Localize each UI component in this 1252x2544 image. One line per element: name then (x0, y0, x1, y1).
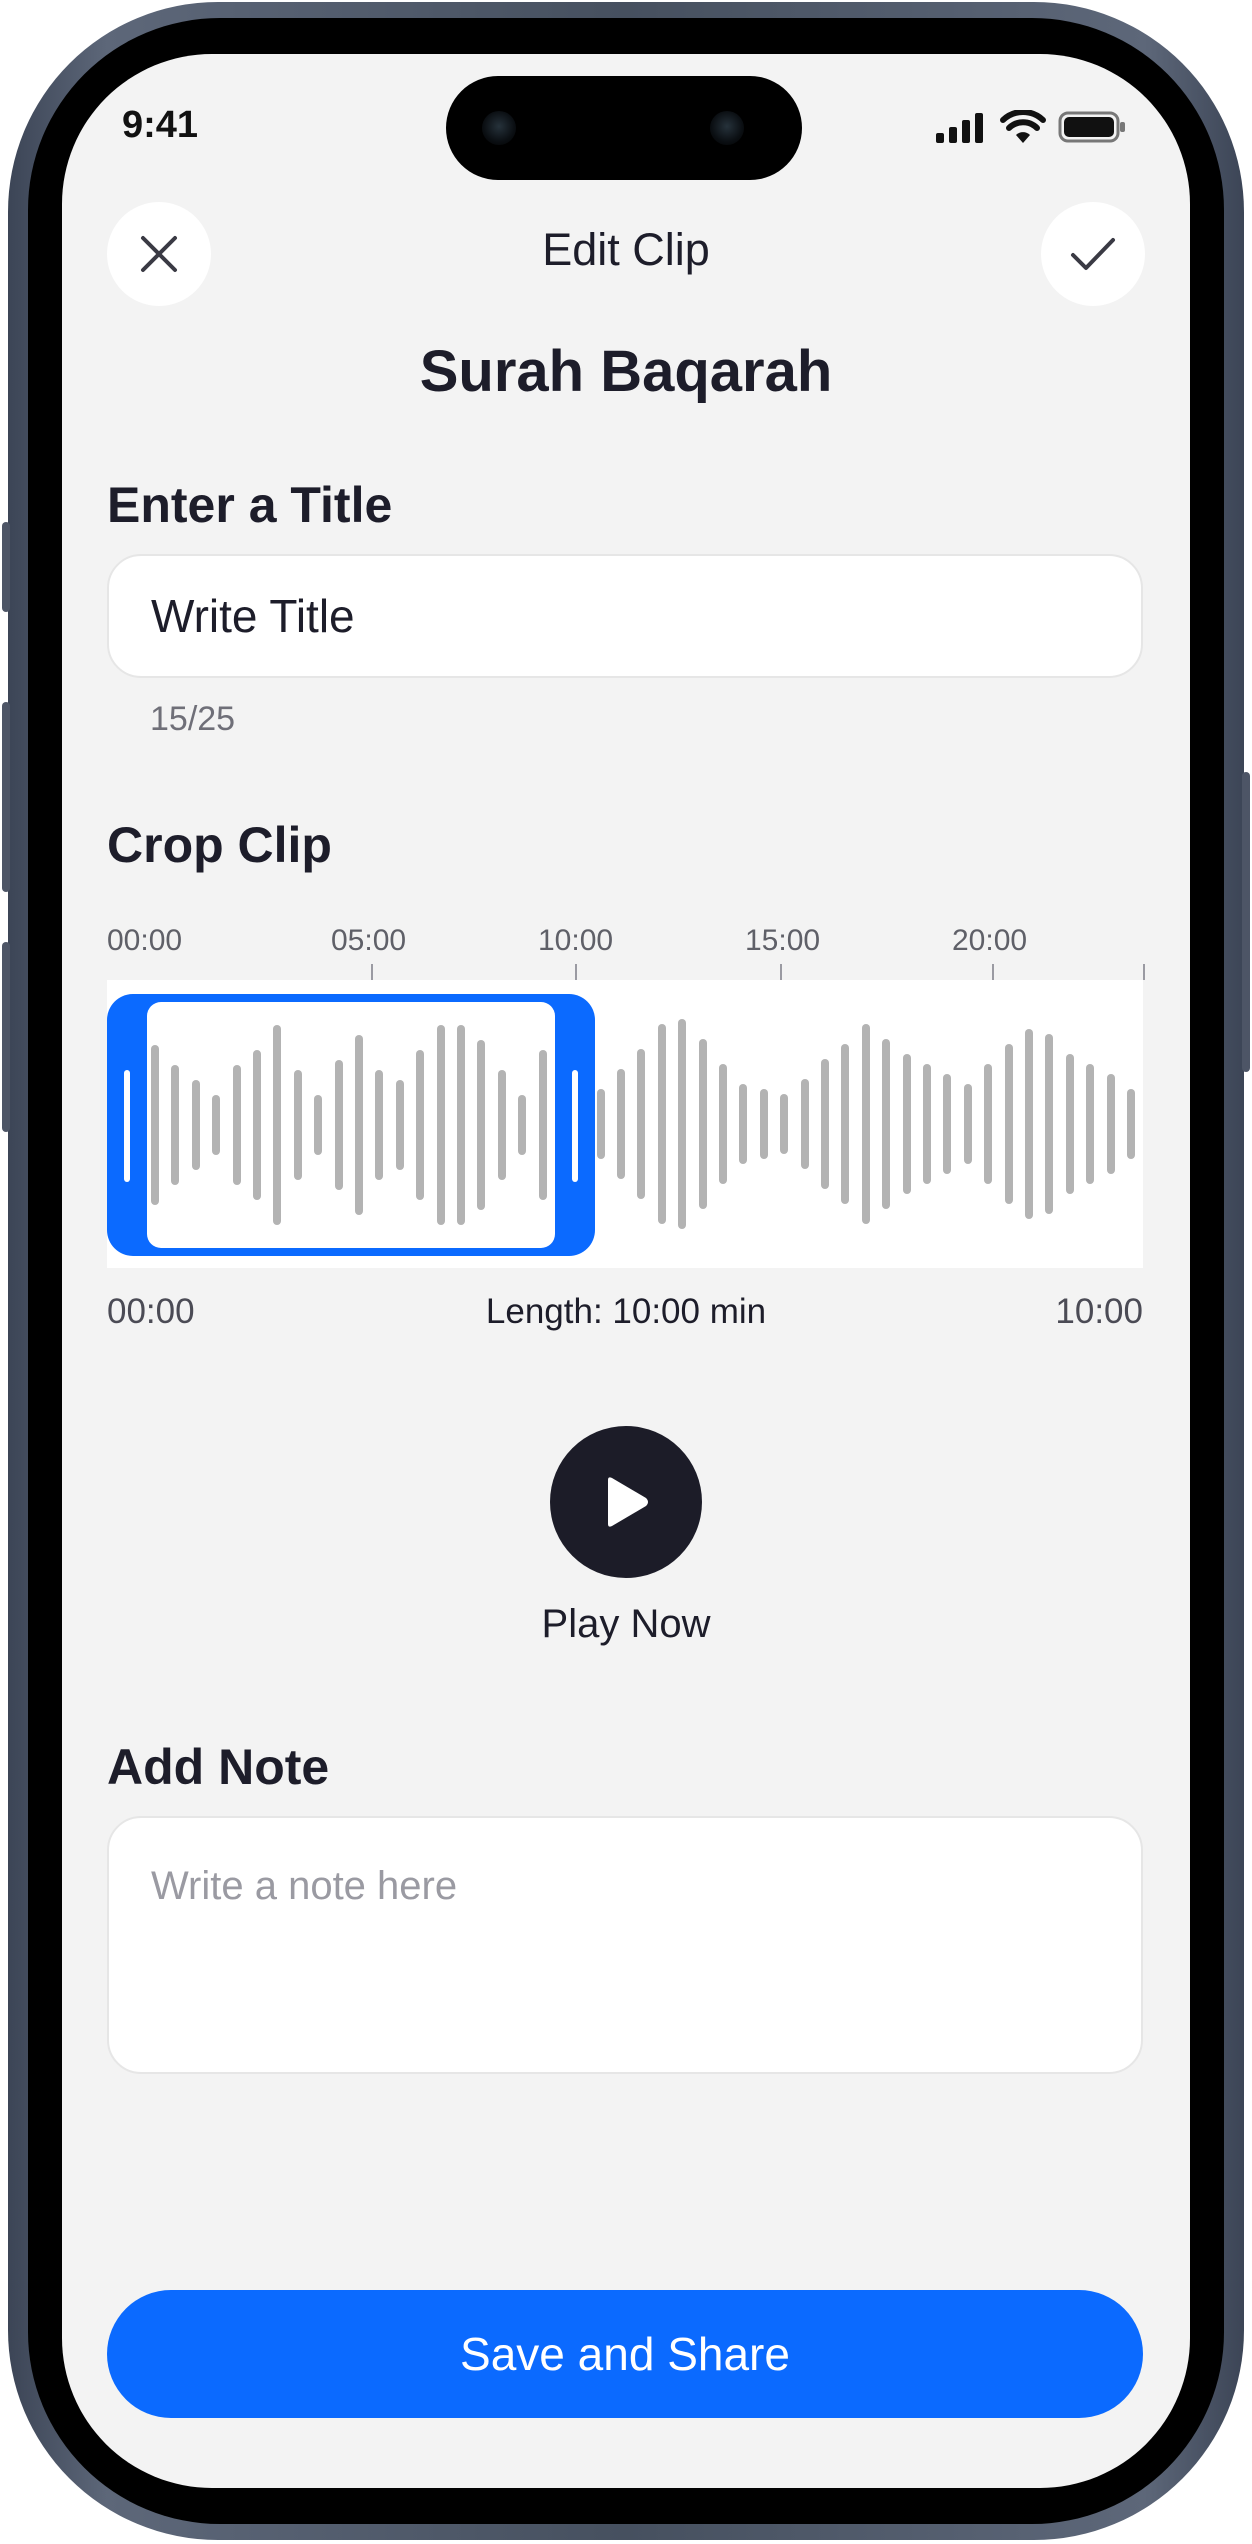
page-title: Edit Clip (542, 224, 710, 275)
selected-waveform-bar (395, 1080, 404, 1170)
title-char-counter: 15/25 (150, 700, 236, 738)
selected-waveform-bar (518, 1095, 527, 1155)
selected-waveform-bar (151, 1045, 159, 1205)
waveform-bar (1086, 1064, 1095, 1184)
play-label: Play Now (541, 1602, 711, 1646)
selected-waveform-bar (355, 1035, 363, 1215)
selected-waveform-bar (457, 1025, 465, 1225)
timeline-tick-label: 00:00 (107, 924, 183, 957)
play-button[interactable] (550, 1426, 702, 1578)
save-and-share-button[interactable]: Save and Share (107, 2290, 1143, 2418)
timeline-tick-label: 05:00 (331, 924, 407, 957)
power-button (1242, 772, 1250, 1072)
crop-handle-left[interactable] (124, 1070, 130, 1182)
title-section-label: Enter a Title (107, 477, 393, 533)
timeline-tick (1143, 964, 1145, 980)
waveform-bar (1127, 1089, 1135, 1159)
status-icons (936, 110, 1128, 144)
check-icon (1071, 238, 1115, 270)
mute-switch (2, 522, 10, 612)
selected-waveform-bar (416, 1050, 425, 1200)
signal-icon (936, 113, 983, 143)
waveform-bar (1065, 1054, 1074, 1194)
clip-title: Surah Baqarah (419, 339, 833, 404)
selected-waveform-bar (253, 1050, 261, 1200)
waveform-bar (1025, 1029, 1033, 1219)
waveform-bar (698, 1039, 707, 1209)
dynamic-island (446, 76, 802, 180)
waveform-bar (821, 1059, 829, 1189)
waveform-bar (902, 1054, 911, 1194)
waveform-bar (841, 1044, 850, 1204)
waveform-bar (596, 1089, 605, 1159)
waveform-bar (678, 1019, 687, 1229)
selected-waveform-bar (538, 1050, 547, 1200)
selection-end-time: 10:00 (1055, 1292, 1143, 1331)
waveform-bar (739, 1084, 748, 1164)
timeline-tick (575, 964, 577, 980)
waveform-bar (943, 1074, 952, 1174)
selected-waveform-bar (273, 1025, 282, 1225)
confirm-button[interactable] (1041, 202, 1145, 306)
crop-handle-right[interactable] (572, 1070, 578, 1182)
timeline-tick-label: 20:00 (952, 924, 1028, 957)
selected-waveform-bar (171, 1065, 180, 1185)
waveform-bar (1004, 1044, 1013, 1204)
waveform-bar (882, 1039, 891, 1209)
crop-section-label: Crop Clip (107, 817, 332, 873)
waveform-bar (984, 1064, 993, 1184)
waveform-bar (861, 1024, 870, 1224)
play-icon (608, 1477, 648, 1527)
selected-waveform-bar (497, 1070, 506, 1180)
wifi-icon (1000, 110, 1046, 143)
sensor-icon (710, 111, 744, 145)
status-time: 9:41 (122, 104, 199, 146)
selected-waveform-bar (191, 1080, 200, 1170)
timeline-tick-label: 15:00 (745, 924, 821, 957)
waveform-bar (800, 1079, 809, 1169)
selected-waveform-bar (293, 1070, 302, 1180)
waveform-bar (657, 1024, 666, 1224)
camera-icon (482, 111, 516, 145)
timeline-tick-label: 10:00 (538, 924, 614, 957)
battery-icon (1058, 111, 1125, 143)
volume-up-button (2, 702, 10, 892)
selected-waveform-bar (436, 1025, 445, 1225)
waveform-bar (923, 1064, 931, 1184)
timeline-tick (780, 964, 782, 980)
selected-waveform-bar (232, 1065, 241, 1185)
timeline-tick (992, 964, 994, 980)
selected-waveform-bar (212, 1095, 221, 1155)
selected-waveform-bar (375, 1070, 384, 1180)
title-input[interactable] (107, 554, 1143, 678)
clip-length: Length: 10:00 min (485, 1292, 767, 1331)
note-section-label: Add Note (107, 1739, 330, 1795)
note-input[interactable] (107, 1816, 1143, 2074)
waveform-bar (1045, 1034, 1054, 1214)
waveform-bar (759, 1089, 768, 1159)
waveform-bar (780, 1094, 789, 1154)
selected-waveform-bar (314, 1095, 323, 1155)
selected-waveform-bar (477, 1040, 486, 1210)
waveform-bar (617, 1069, 625, 1179)
waveform-bar (719, 1064, 727, 1184)
waveform-bar (963, 1084, 972, 1164)
waveform-bar (637, 1049, 646, 1199)
selected-waveform-bar (334, 1060, 343, 1190)
volume-down-button (2, 942, 10, 1132)
waveform-bar (1106, 1074, 1115, 1174)
crop-selection[interactable] (107, 994, 595, 1256)
app-screen: 9:41 Edit Clip Surah Baqarah Enter a Tit… (62, 54, 1190, 2488)
selected-waveform (147, 1002, 555, 1248)
timeline-tick (371, 964, 373, 980)
